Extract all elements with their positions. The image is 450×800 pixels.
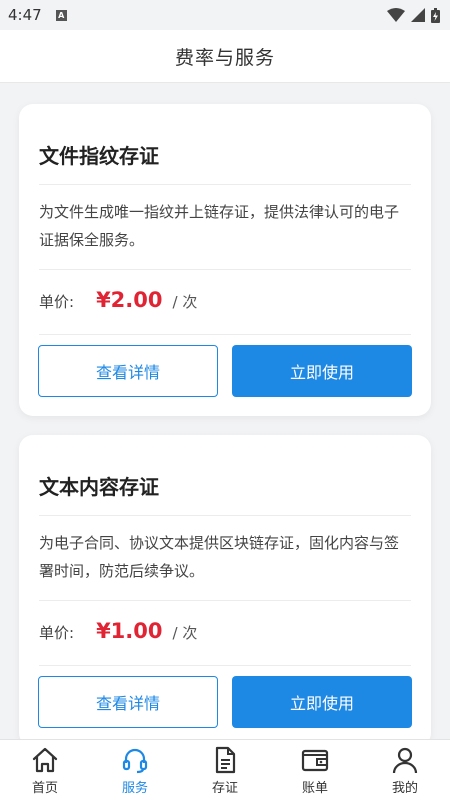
card-title: 文本内容存证 xyxy=(39,475,159,499)
card-description: 为文件生成唯一指纹并上链存证，提供法律认可的电子证据保全服务。 xyxy=(39,203,400,249)
service-list[interactable]: 文件指纹存证 为文件生成唯一指纹并上链存证，提供法律认可的电子证据保全服务。 单… xyxy=(0,83,450,739)
use-now-button[interactable]: 立即使用 xyxy=(232,345,412,397)
header: 费率与服务 xyxy=(0,30,450,83)
headset-icon xyxy=(122,748,148,774)
bottom-tab-bar: 首页 服务 存证 账单 我的 xyxy=(0,739,450,800)
tab-home[interactable]: 首页 xyxy=(0,740,90,800)
tab-label: 首页 xyxy=(31,781,58,796)
price-row: 单价: ¥2.00 / 次 xyxy=(39,288,197,312)
tab-label: 服务 xyxy=(121,781,148,796)
price-unit: / 次 xyxy=(172,624,198,642)
price-value: ¥2.00 xyxy=(96,288,163,312)
tab-service[interactable]: 服务 xyxy=(90,740,180,800)
battery-icon xyxy=(431,7,440,23)
tab-bill[interactable]: 账单 xyxy=(270,740,360,800)
wallet-icon xyxy=(301,749,329,772)
document-icon xyxy=(215,746,236,774)
wifi-icon xyxy=(387,8,405,22)
service-card-file-fingerprint: 文件指纹存证 为文件生成唯一指纹并上链存证，提供法律认可的电子证据保全服务。 单… xyxy=(19,104,431,416)
status-time: 4:47 xyxy=(8,6,42,24)
card-description: 为电子合同、协议文本提供区块链存证，固化内容与签署时间，防范后续争议。 xyxy=(39,534,400,580)
divider xyxy=(39,600,411,601)
view-details-button[interactable]: 查看详情 xyxy=(38,676,218,728)
view-details-button[interactable]: 查看详情 xyxy=(38,345,218,397)
notification-icon: A xyxy=(55,9,67,21)
cellular-signal-icon xyxy=(411,8,425,22)
status-icons xyxy=(387,7,440,23)
divider xyxy=(39,515,411,516)
use-now-button[interactable]: 立即使用 xyxy=(232,676,412,728)
tab-certificate[interactable]: 存证 xyxy=(180,740,270,800)
tab-label: 存证 xyxy=(211,781,238,796)
price-row: 单价: ¥1.00 / 次 xyxy=(39,619,197,643)
tab-label: 账单 xyxy=(301,781,328,796)
tab-profile[interactable]: 我的 xyxy=(360,740,450,800)
card-title: 文件指纹存证 xyxy=(39,144,159,168)
divider xyxy=(39,334,411,335)
price-value: ¥1.00 xyxy=(96,619,163,643)
price-label: 单价: xyxy=(39,624,75,642)
page-title: 费率与服务 xyxy=(174,46,275,69)
home-icon xyxy=(32,747,58,773)
service-card-text-content: 文本内容存证 为电子合同、协议文本提供区块链存证，固化内容与签署时间，防范后续争… xyxy=(19,435,431,739)
tab-label: 我的 xyxy=(391,781,418,796)
divider xyxy=(39,665,411,666)
divider xyxy=(39,269,411,270)
price-label: 单价: xyxy=(39,293,75,311)
status-bar: 4:47 A xyxy=(0,0,450,30)
divider xyxy=(39,184,411,185)
price-unit: / 次 xyxy=(172,293,198,311)
user-icon xyxy=(392,747,418,774)
